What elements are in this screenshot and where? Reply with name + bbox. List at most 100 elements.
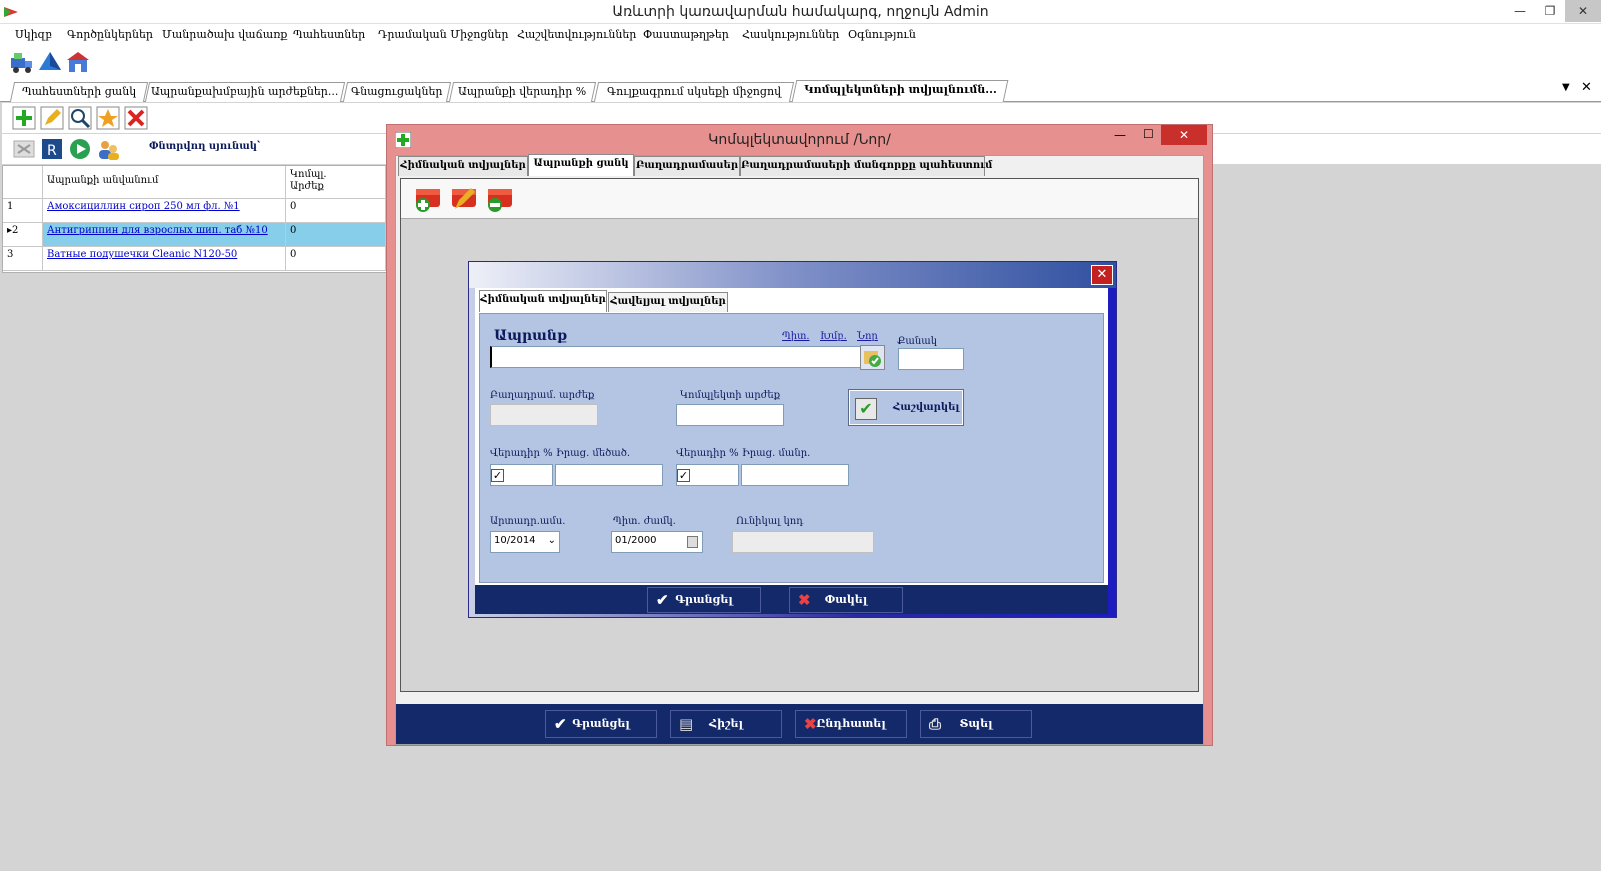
product-label: Ապրանք (494, 328, 568, 344)
tab-additional-data[interactable]: Հավելյալ տվյալներ (608, 292, 728, 312)
tab-close-icon[interactable]: ✕ (1581, 80, 1592, 95)
edit-icon[interactable] (40, 106, 64, 130)
menu-reports[interactable]: Հաշվետվություններ (517, 28, 636, 41)
kit-value-input[interactable] (676, 404, 784, 426)
markup-checkbox-wholesale[interactable]: ✓ (491, 469, 504, 482)
menu-documents[interactable]: Փաստաթղթեր (643, 28, 729, 41)
table-row-selected[interactable]: Антигриппин для взрослых шип. таб №10 (43, 223, 286, 247)
expiry-date-label: Պիտ. ժամկ. (613, 516, 676, 527)
save-button[interactable]: ✔ Գրանցել (647, 587, 761, 613)
kit-value-cell: 0 (286, 199, 386, 223)
new-link[interactable]: Նոր (857, 331, 878, 342)
kit-value-cell: 0 (286, 223, 386, 247)
expiry-date-picker[interactable]: 01/2000 (611, 531, 703, 553)
markup-checkbox-retail[interactable]: ✓ (677, 469, 690, 482)
tab-product-list[interactable]: Ապրանքի ցանկ (528, 154, 634, 176)
column-header-name[interactable]: Ապրանքի անվանում (43, 166, 286, 199)
edit-product-icon[interactable] (449, 185, 479, 213)
remove-product-icon[interactable] (485, 185, 515, 213)
kit-dialog-footer: ✔ Գրանցել ▤ Հիշել ✖ Ընդհատել ⎙ Տպել (396, 704, 1203, 744)
product-name-link[interactable]: Антигриппин для взрослых шип. таб №10 (47, 225, 268, 236)
quantity-input[interactable] (898, 348, 964, 370)
tab-inventory[interactable]: Գուլքագրում սկսեքի միջոցով (593, 82, 795, 102)
pick-link[interactable]: Պիտ. (782, 331, 810, 342)
menu-bar: Սկիզբ Գործընկերներ Մանրածախ վաճառք Պահես… (0, 24, 1601, 46)
menu-settings[interactable]: Հասկություններ (742, 28, 839, 41)
tab-component-stock[interactable]: Բաղադրամասերի մանգորքը պահեստում (740, 156, 992, 176)
retail-price-input[interactable] (741, 464, 849, 486)
column-header-value[interactable]: Կոմպլ. Արժեք (286, 166, 386, 199)
row-number: 3 (3, 247, 43, 271)
menu-retail[interactable]: Մանրածախ վաճառք (162, 28, 287, 41)
print-button[interactable]: ⎙ Տպել (920, 710, 1032, 738)
tab-kits[interactable]: Կոմպլեկտների տվյալնումն... (791, 80, 1009, 102)
calculate-button[interactable]: ✔ Հաշվարկել (848, 389, 964, 426)
dialog-minimize-button[interactable]: — (1114, 128, 1126, 142)
kit-item-dialog: ✕ Հիմնական տվյալներ Հավելյալ տվյալներ Ապ… (468, 261, 1117, 618)
product-name-link[interactable]: Амоксициллин сироп 250 мл фл. №1 (47, 201, 240, 212)
truck-icon[interactable] (10, 50, 34, 74)
add-product-icon[interactable] (413, 185, 443, 213)
save-button[interactable]: ✔ Գրանցել (545, 710, 657, 738)
printer-icon: ▤ (679, 715, 694, 733)
tab-list-dropdown-icon[interactable]: ▼ (1562, 82, 1570, 93)
svg-text:R: R (47, 143, 57, 159)
product-name-link[interactable]: Ватные подушечки Cleanic N120-50 (47, 249, 237, 260)
clear-filter-icon[interactable] (12, 137, 36, 161)
markup-label-wholesale: Վերադիր % (490, 448, 553, 459)
copy-icon[interactable] (96, 106, 120, 130)
tab-main-data[interactable]: Հիմնական տվյալներ (398, 156, 528, 176)
tab-product-markup[interactable]: Ապրանքի վերադիր % (448, 82, 597, 102)
close-icon[interactable]: ✕ (1091, 265, 1113, 285)
product-lookup-icon[interactable] (860, 345, 885, 370)
add-icon[interactable] (12, 106, 36, 130)
dialog-maximize-button[interactable]: ☐ (1143, 127, 1154, 141)
component-value-input (490, 404, 598, 426)
remember-button[interactable]: ▤ Հիշել (670, 710, 782, 738)
view-icon[interactable] (68, 106, 92, 130)
kit-item-dialog-footer: ✔ Գրանցել ✖ Փակել (475, 585, 1108, 614)
table-row[interactable]: Амоксициллин сироп 250 мл фл. №1 (43, 199, 286, 223)
cross-icon: ✖ (798, 591, 811, 609)
grid-corner (3, 166, 43, 199)
menu-warehouses[interactable]: Պահեստներ (293, 28, 365, 41)
play-icon[interactable] (68, 137, 92, 161)
tab-main-data[interactable]: Հիմնական տվյալներ (479, 290, 607, 312)
dialog-close-button[interactable]: ✕ (1161, 125, 1207, 145)
close-button[interactable]: ✖ Փակել (789, 587, 903, 613)
menu-start[interactable]: Սկիզբ (15, 28, 52, 41)
menu-cash[interactable]: Դրամական Միջոցներ (378, 28, 508, 41)
kit-item-dialog-header: ✕ (469, 262, 1116, 288)
row-number: 1 (3, 199, 43, 223)
title-bar: Առևտրի կառավարման համակարգ, ողջույն Admi… (0, 0, 1601, 24)
checkmark-icon: ✔ (554, 715, 567, 733)
calendar-icon[interactable] (687, 536, 698, 548)
store-icon[interactable] (66, 50, 90, 74)
edit-link[interactable]: Խմբ. (820, 331, 847, 342)
menu-partners[interactable]: Գործընկերներ (67, 28, 153, 41)
cancel-button[interactable]: ✖ Ընդհատել (795, 710, 907, 738)
menu-help[interactable]: Օգնություն (848, 28, 916, 41)
tab-components[interactable]: Բաղադրամասեր (634, 156, 740, 176)
minimize-button[interactable]: — (1505, 0, 1535, 22)
search-column-label: Փնտրվող սյունակ՝ (149, 141, 261, 152)
tab-price-lists[interactable]: Գնացուցակներ (342, 82, 452, 102)
maximize-button[interactable]: ❐ (1535, 0, 1565, 22)
close-button[interactable]: ✕ (1565, 0, 1601, 22)
tab-group-values[interactable]: Ապրանքախմբային արժեքներ... (144, 82, 346, 102)
delete-icon[interactable] (124, 106, 148, 130)
kit-dialog-title-bar: Կոմպլեկտավորում /Նոր/ — ☐ ✕ (387, 125, 1212, 155)
production-date-select[interactable]: 10/2014 ⌄ (490, 531, 560, 553)
products-grid: Ապրանքի անվանում Կոմպլ. Արժեք 1 Амоксици… (2, 165, 387, 273)
main-toolbar (0, 46, 1601, 78)
tab-warehouses-list[interactable]: Պահեստների ցանկ (9, 82, 149, 102)
kit-item-form: Ապրանք Պիտ. Խմբ. Նոր Քանակ Բաղադրամ. արժ… (479, 313, 1104, 583)
app-title: Առևտրի կառավարման համակարգ, ողջույն Admi… (612, 4, 989, 20)
users-icon[interactable] (96, 137, 120, 161)
product-input[interactable] (490, 346, 862, 368)
pyramid-icon[interactable] (38, 50, 62, 74)
wholesale-price-label: Իրաց. մեծած. (556, 448, 631, 459)
table-row[interactable]: Ватные подушечки Cleanic N120-50 (43, 247, 286, 271)
wholesale-price-input[interactable] (555, 464, 663, 486)
refresh-icon[interactable]: R (40, 137, 64, 161)
